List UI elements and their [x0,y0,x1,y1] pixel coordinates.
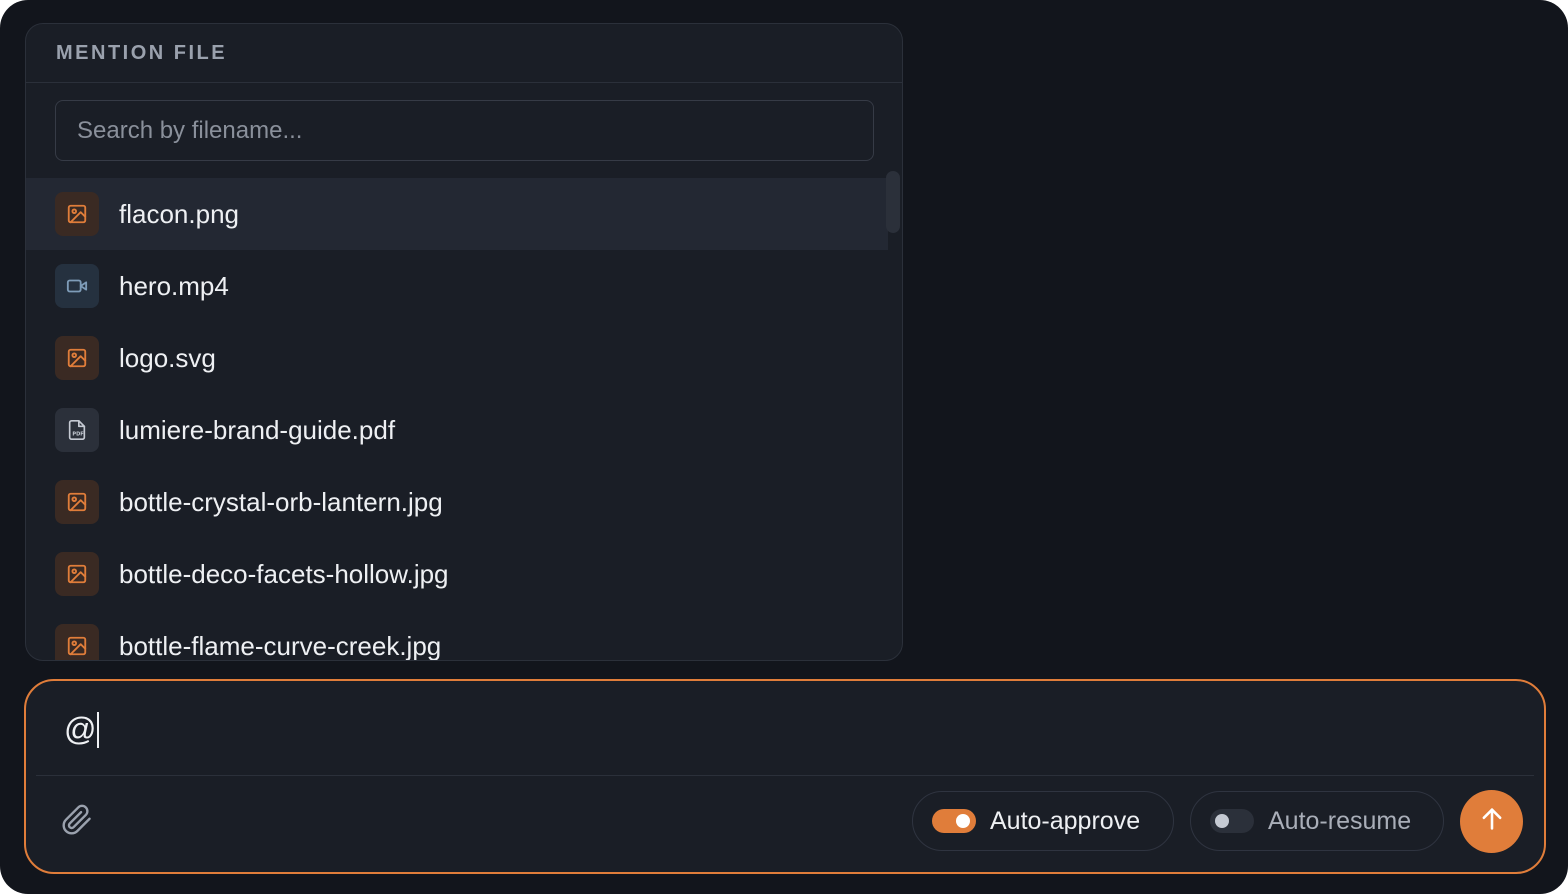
file-name: logo.svg [119,342,216,373]
toggle-switch-on[interactable] [932,809,976,833]
svg-text:PDF: PDF [72,432,84,438]
toggle-switch-off[interactable] [1210,809,1254,833]
paperclip-icon [61,804,93,841]
image-icon [55,336,99,380]
mention-file-popup: MENTION FILE flacon.png hero.mp4 [25,23,903,661]
file-name: bottle-deco-facets-hollow.jpg [119,558,449,589]
scrollbar-thumb[interactable] [886,171,900,233]
image-icon [55,480,99,524]
toggle-knob [956,814,970,828]
file-name: hero.mp4 [119,270,229,301]
file-item-bottle-flame-curve-creek-jpg[interactable]: bottle-flame-curve-creek.jpg [26,610,888,661]
file-list: flacon.png hero.mp4 logo.svg PDF lumiere… [26,178,888,661]
auto-approve-toggle[interactable]: Auto-approve [912,791,1174,851]
file-item-lumiere-brand-guide-pdf[interactable]: PDF lumiere-brand-guide.pdf [26,394,888,466]
file-name: lumiere-brand-guide.pdf [119,414,396,445]
toggle-knob [1215,814,1229,828]
search-container [26,83,902,161]
send-button[interactable] [1460,790,1523,853]
file-name: flacon.png [119,198,239,229]
file-item-flacon-png[interactable]: flacon.png [26,178,888,250]
file-list-scrollbar[interactable] [886,171,902,271]
auto-approve-label: Auto-approve [990,806,1141,835]
image-icon [55,552,99,596]
file-name: bottle-crystal-orb-lantern.jpg [119,486,443,517]
message-input-text: @ [64,711,97,747]
pdf-file-icon: PDF [55,408,99,452]
file-name: bottle-flame-curve-creek.jpg [119,630,442,661]
message-composer: @ Auto-approve Auto-resume [24,679,1546,874]
image-icon [55,192,99,236]
popup-title: MENTION FILE [26,24,902,83]
arrow-up-icon [1478,805,1506,838]
file-item-logo-svg[interactable]: logo.svg [26,322,888,394]
app-window: MENTION FILE flacon.png hero.mp4 [0,0,1568,894]
attach-button[interactable] [56,801,98,843]
text-caret [97,711,100,748]
image-icon [55,624,99,660]
filename-search-input[interactable] [55,100,874,161]
video-icon [55,264,99,308]
auto-resume-label: Auto-resume [1268,806,1412,835]
file-item-bottle-crystal-orb-lantern-jpg[interactable]: bottle-crystal-orb-lantern.jpg [26,466,888,538]
composer-divider [36,775,1534,776]
file-item-hero-mp4[interactable]: hero.mp4 [26,250,888,322]
auto-resume-toggle[interactable]: Auto-resume [1190,791,1444,851]
file-item-bottle-deco-facets-hollow-jpg[interactable]: bottle-deco-facets-hollow.jpg [26,538,888,610]
message-input[interactable]: @ [64,711,100,748]
